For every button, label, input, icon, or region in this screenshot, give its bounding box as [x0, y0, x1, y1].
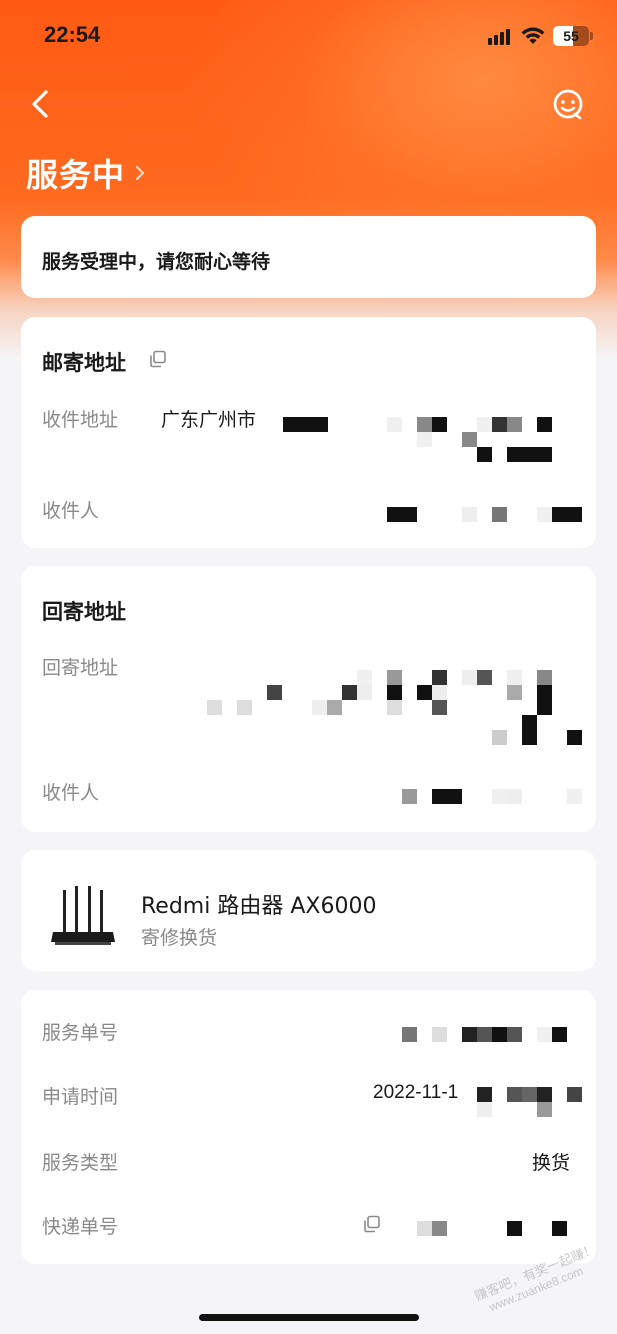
apply-time-value: 2022-11-1 — [373, 1082, 459, 1103]
product-card[interactable]: Redmi 路由器 AX6000 寄修换货 — [21, 850, 596, 971]
mailing-address-card: 邮寄地址 收件地址 广东广州市 收件人 — [21, 317, 596, 548]
service-type-value: 换货 — [532, 1152, 571, 1174]
order-number-label: 服务单号 — [42, 1022, 119, 1044]
product-name: Redmi 路由器 AX6000 — [141, 894, 377, 919]
cellular-signal-icon — [488, 29, 510, 45]
return-address-title: 回寄地址 — [42, 600, 126, 624]
battery-level-text: 55 — [563, 28, 579, 44]
chevron-right-icon — [135, 165, 145, 181]
mailing-address-label: 收件地址 — [42, 409, 119, 431]
page-title-row[interactable]: 服务中 — [26, 150, 147, 196]
status-notice-text: 服务受理中，请您耐心等待 — [42, 251, 271, 273]
page-title: 服务中 — [26, 156, 126, 194]
product-service-type: 寄修换货 — [141, 927, 218, 949]
chevron-left-icon[interactable] — [26, 86, 58, 122]
mailing-address-title: 邮寄地址 — [42, 351, 126, 375]
battery-icon: 55 — [553, 26, 589, 46]
customer-service-icon[interactable] — [550, 86, 586, 122]
status-notice-card: 服务受理中，请您耐心等待 — [21, 216, 596, 298]
status-bar: 22:54 55 — [0, 0, 617, 72]
copy-icon[interactable] — [363, 1215, 381, 1233]
return-recipient-label: 收件人 — [42, 782, 100, 804]
wifi-icon — [521, 27, 545, 44]
copy-icon[interactable] — [149, 350, 167, 368]
status-time: 22:54 — [44, 22, 101, 47]
apply-time-label: 申请时间 — [42, 1086, 119, 1108]
mailing-recipient-label: 收件人 — [42, 500, 100, 522]
mailing-address-value: 广东广州市 — [161, 409, 257, 431]
return-address-label: 回寄地址 — [42, 657, 119, 679]
tracking-number-label: 快递单号 — [42, 1216, 119, 1238]
order-details-card: 服务单号 申请时间 2022-11-1 服务类型 换货 快递单号 — [21, 990, 596, 1264]
service-type-label: 服务类型 — [42, 1152, 119, 1174]
home-indicator[interactable] — [199, 1314, 419, 1321]
battery-cap — [590, 32, 593, 40]
router-image-icon — [51, 886, 115, 945]
return-address-card: 回寄地址 回寄地址 收件人 — [21, 566, 596, 832]
